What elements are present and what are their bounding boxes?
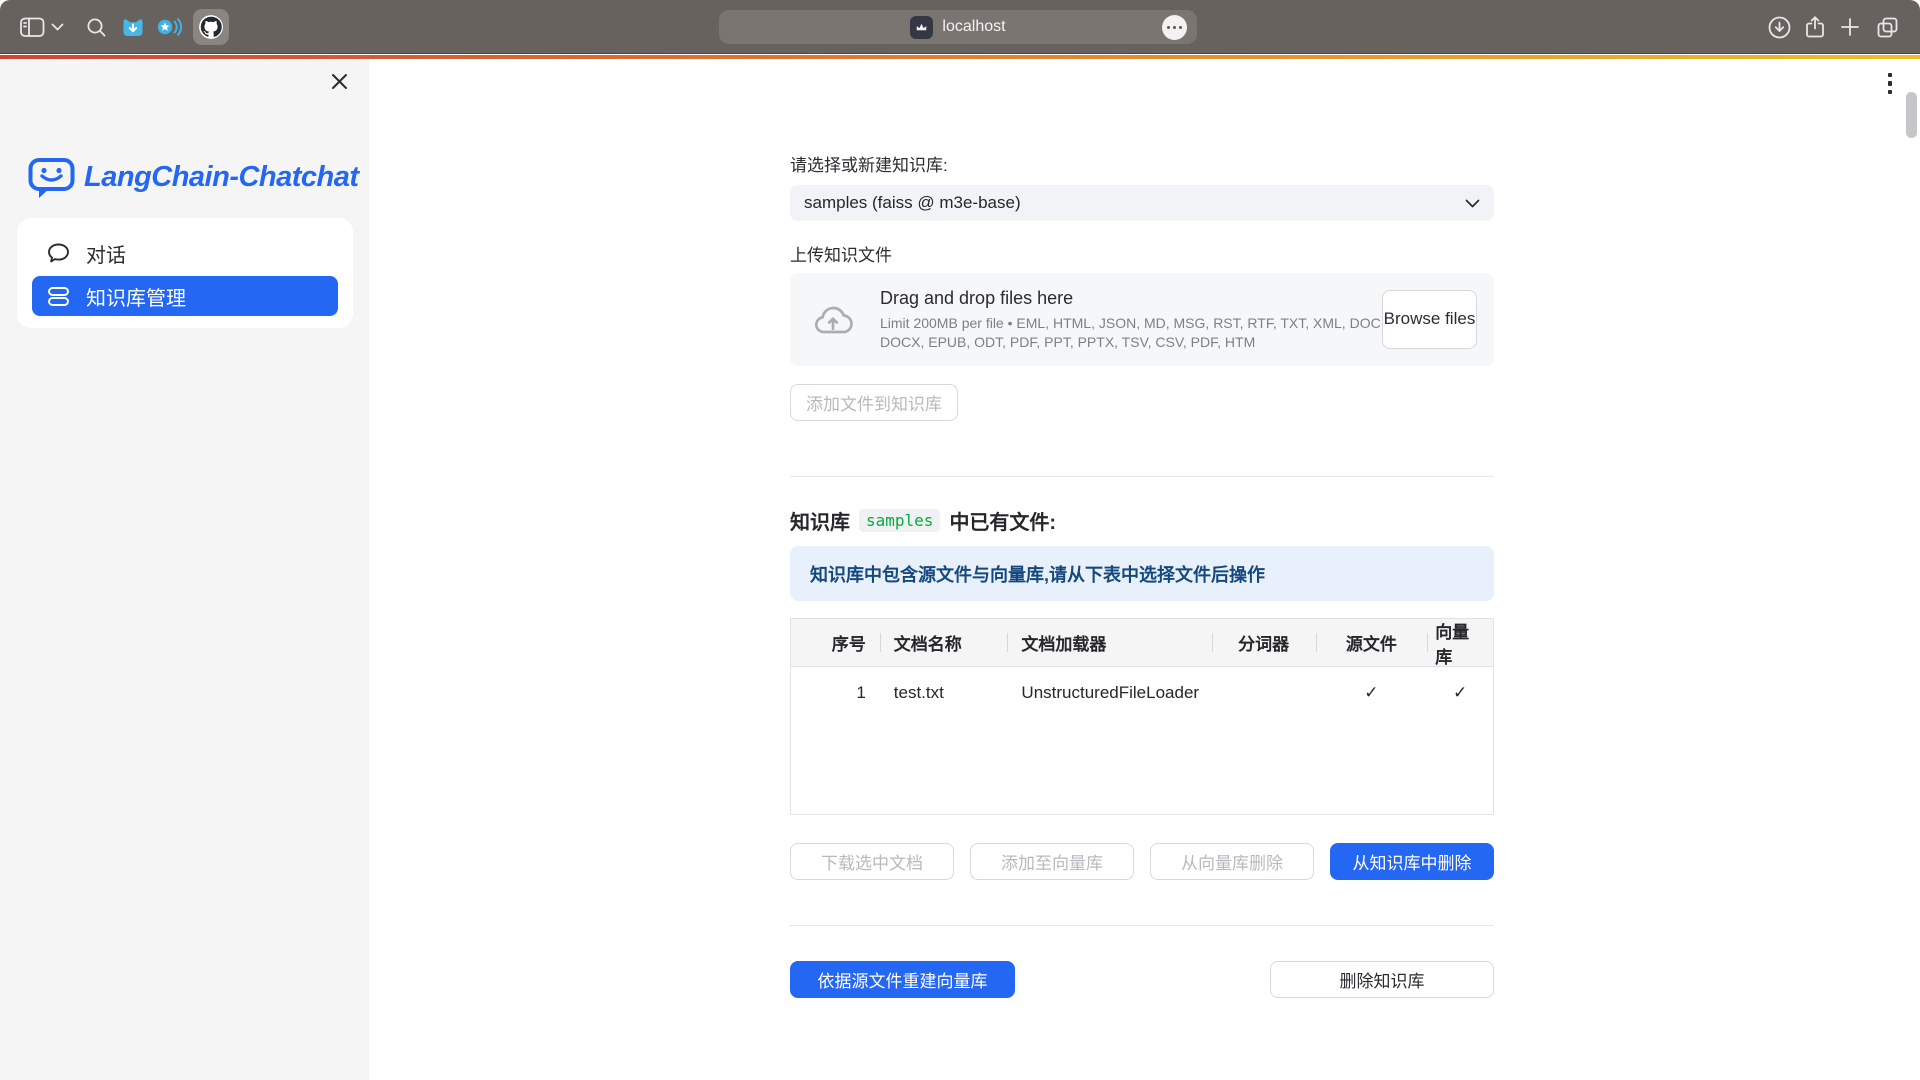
cat-extension-icon[interactable] <box>121 0 145 54</box>
chevron-down-icon <box>1465 199 1480 208</box>
chat-bubble-logo-icon <box>28 155 75 200</box>
dropzone-title: Drag and drop files here <box>880 288 1392 309</box>
col-header-filename: 文档名称 <box>880 619 1008 666</box>
chat-icon <box>47 242 70 264</box>
scrollbar-thumb[interactable] <box>1906 92 1917 138</box>
address-bar[interactable]: localhost <box>719 10 1197 44</box>
cell-splitter <box>1212 667 1316 718</box>
dropzone-texts: Drag and drop files here Limit 200MB per… <box>880 288 1392 351</box>
add-files-button[interactable]: 添加文件到知识库 <box>790 384 958 421</box>
cell-loader: UnstructuredFileLoader <box>1007 667 1211 718</box>
cell-source-check: ✓ <box>1316 667 1428 718</box>
cloud-upload-icon <box>812 304 854 336</box>
app-menu-icon[interactable] <box>1882 67 1898 100</box>
new-tab-icon[interactable] <box>1840 0 1860 54</box>
delete-from-vector-store-button[interactable]: 从向量库删除 <box>1150 843 1314 880</box>
search-icon[interactable] <box>86 0 107 54</box>
dropzone-limit: Limit 200MB per file • EML, HTML, JSON, … <box>880 314 1392 351</box>
kb-files-heading-prefix: 知识库 <box>790 506 850 535</box>
col-header-splitter: 分词器 <box>1212 619 1316 666</box>
cell-index: 1 <box>791 667 880 718</box>
kb-select[interactable]: samples (faiss @ m3e-base) <box>790 185 1494 221</box>
col-header-loader: 文档加载器 <box>1007 619 1211 666</box>
sidebar: LangChain-Chatchat 对话 知识库管理 <box>0 59 369 1080</box>
sidebar-item-label: 知识库管理 <box>86 282 186 311</box>
kb-name-code: samples <box>859 509 940 532</box>
sidebar-nav: 对话 知识库管理 <box>17 218 353 328</box>
upload-label: 上传知识文件 <box>790 241 1494 266</box>
github-extension-icon[interactable] <box>193 0 229 54</box>
main-column: 请选择或新建知识库: samples (faiss @ m3e-base) 上传… <box>790 59 1494 998</box>
table-row[interactable]: 1 test.txt UnstructuredFileLoader ✓ ✓ <box>791 667 1493 718</box>
info-banner: 知识库中包含源文件与向量库,请从下表中选择文件后操作 <box>790 546 1494 601</box>
rebuild-vector-store-button[interactable]: 依据源文件重建向量库 <box>790 961 1015 998</box>
delete-from-kb-button[interactable]: 从知识库中删除 <box>1330 843 1494 880</box>
kb-actions: 依据源文件重建向量库 删除知识库 <box>790 961 1494 998</box>
col-header-source: 源文件 <box>1316 619 1428 666</box>
knowledge-base-icon <box>47 286 70 307</box>
app-logo-text: LangChain-Chatchat <box>84 161 359 194</box>
share-icon[interactable] <box>1804 0 1826 54</box>
download-selected-button[interactable]: 下载选中文档 <box>790 843 954 880</box>
kb-select-value: samples (faiss @ m3e-base) <box>804 193 1465 213</box>
delete-kb-button[interactable]: 删除知识库 <box>1270 961 1494 998</box>
downloads-icon[interactable] <box>1768 0 1791 54</box>
col-header-index: 序号 <box>791 619 880 666</box>
address-url: localhost <box>942 18 1005 36</box>
browse-files-button[interactable]: Browse files <box>1382 290 1477 349</box>
app-content: LangChain-Chatchat 对话 知识库管理 <box>0 59 1920 1080</box>
site-favicon <box>910 16 933 39</box>
kb-files-heading: 知识库 samples 中已有文件: <box>790 506 1494 535</box>
chevron-down-icon[interactable] <box>51 0 64 54</box>
sidebar-toggle-icon[interactable] <box>20 0 45 54</box>
kb-files-heading-suffix: 中已有文件: <box>949 506 1056 535</box>
cell-filename: test.txt <box>880 667 1008 718</box>
sidebar-close-icon[interactable] <box>326 68 352 94</box>
file-actions: 下载选中文档 添加至向量库 从向量库删除 从知识库中删除 <box>790 843 1494 880</box>
screen: localhost <box>0 0 1920 1080</box>
cell-vector-check: ✓ <box>1427 667 1493 718</box>
app-logo: LangChain-Chatchat <box>28 155 359 200</box>
tabs-overview-icon[interactable] <box>1876 0 1899 54</box>
kb-select-label: 请选择或新建知识库: <box>790 151 1494 176</box>
files-table-header: 序号 文档名称 文档加载器 分词器 源文件 向量库 <box>791 619 1493 667</box>
files-table: 序号 文档名称 文档加载器 分词器 源文件 向量库 1 test.txt Uns… <box>790 618 1494 815</box>
add-to-vector-store-button[interactable]: 添加至向量库 <box>970 843 1134 880</box>
page-options-icon[interactable] <box>1162 15 1187 40</box>
divider <box>790 476 1494 477</box>
browser-toolbar: localhost <box>0 0 1920 54</box>
col-header-vector: 向量库 <box>1427 619 1493 666</box>
sidebar-item-dialogue[interactable]: 对话 <box>17 230 353 276</box>
sidebar-item-knowledge-base[interactable]: 知识库管理 <box>32 276 338 316</box>
file-dropzone[interactable]: Drag and drop files here Limit 200MB per… <box>790 273 1494 366</box>
reader-extension-icon[interactable] <box>155 0 182 54</box>
sidebar-item-label: 对话 <box>86 239 126 268</box>
divider <box>790 925 1494 926</box>
